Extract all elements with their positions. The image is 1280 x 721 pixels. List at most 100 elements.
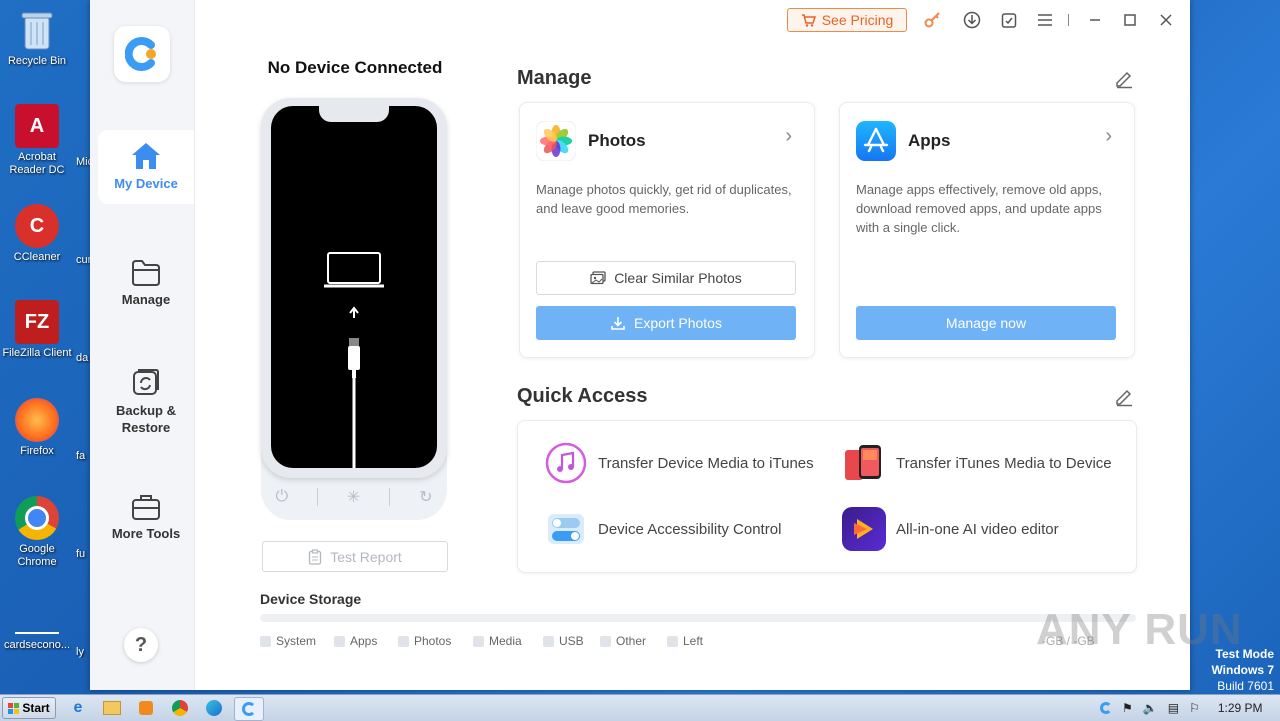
action-center-icon[interactable]: ⚐ — [1189, 701, 1200, 715]
desktop-icon-ccleaner[interactable]: C CCleaner — [2, 204, 72, 264]
legend-usb: USB — [543, 634, 584, 648]
sidebar-item-label: Backup & Restore — [116, 403, 176, 435]
sidebar-item-more-tools[interactable]: More Tools — [98, 492, 194, 541]
photo-stack-icon — [590, 271, 606, 285]
toggle-icon — [544, 507, 588, 551]
app-tray-icon[interactable] — [1100, 702, 1112, 714]
sidebar-item-backup-restore[interactable]: Backup & Restore — [98, 366, 194, 436]
system-tray: ⚑ 🔈 ▤ ⚐ 1:29 PM — [1094, 696, 1280, 720]
apps-card[interactable]: Apps › Manage apps effectively, remove o… — [839, 102, 1135, 358]
help-icon: ? — [134, 633, 148, 656]
itunes-icon — [544, 441, 588, 485]
recycle-bin-icon — [15, 8, 59, 52]
apps-card-desc: Manage apps effectively, remove old apps… — [856, 182, 1102, 235]
chevron-right-icon[interactable]: › — [785, 125, 792, 148]
legend-apps: Apps — [334, 634, 377, 648]
toolbox-icon — [132, 495, 160, 520]
power-icon[interactable]: ⏻ — [275, 488, 288, 506]
qa-transfer-itunes-to-device[interactable]: Transfer iTunes Media to Device — [842, 441, 1112, 485]
legend-media: Media — [473, 634, 522, 648]
legend-label: Media — [489, 634, 522, 648]
storage-title: Device Storage — [260, 591, 362, 607]
divider — [317, 488, 319, 506]
qa-ai-video-editor[interactable]: All-in-one AI video editor — [842, 507, 1059, 551]
manage-now-label: Manage now — [945, 315, 1027, 331]
desktop-icon-firefox[interactable]: Firefox — [2, 398, 72, 458]
legend-photos: Photos — [398, 634, 451, 648]
divider — [389, 488, 391, 506]
test-report-button[interactable]: Test Report — [262, 541, 448, 572]
menu-icon[interactable] — [1036, 11, 1054, 29]
chevron-right-icon[interactable]: › — [1105, 125, 1112, 148]
phone-illustration: ⏻ ✳ ↻ — [261, 98, 447, 520]
edge-taskbar-icon[interactable] — [200, 697, 228, 719]
network-icon[interactable]: ▤ — [1168, 701, 1179, 715]
help-button[interactable]: ? — [124, 628, 158, 662]
legend-label: System — [276, 634, 317, 648]
desktop-icon-label: CCleaner — [13, 251, 61, 263]
qa-label: Device Accessibility Control — [598, 520, 782, 538]
phone-transfer-icon — [842, 441, 886, 485]
app-window: My Device Manage Backup & Restore More T… — [90, 0, 1190, 690]
firefox-icon — [15, 398, 59, 442]
windows-logo-icon — [8, 702, 20, 714]
sidebar-item-my-device[interactable]: My Device — [98, 130, 194, 204]
chrome-taskbar-icon[interactable] — [166, 697, 194, 719]
desktop-edge-label: fu — [76, 548, 86, 560]
start-button[interactable]: Start — [2, 697, 56, 719]
export-photos-label: Export Photos — [634, 315, 722, 331]
desktop-icon-file[interactable]: cardsecono... — [2, 600, 72, 652]
desktop-icon-label: Google Chrome — [17, 543, 57, 568]
edit-icon[interactable] — [1114, 387, 1134, 407]
media-player-taskbar-icon[interactable] — [132, 697, 160, 719]
loading-icon: ✳ — [346, 489, 361, 506]
test-report-label: Test Report — [330, 548, 402, 565]
maximize-icon[interactable] — [1121, 11, 1139, 29]
legend-label: Photos — [414, 634, 452, 648]
app-taskbar-icon[interactable] — [234, 697, 264, 721]
explorer-taskbar-icon[interactable] — [98, 697, 126, 719]
desktop-icon-label: FileZilla Client — [2, 347, 72, 359]
desktop-icon-label: cardsecono... — [3, 639, 71, 651]
close-icon[interactable] — [1157, 11, 1175, 29]
desktop-icon-chrome[interactable]: Google Chrome — [2, 496, 72, 569]
qa-device-accessibility-control[interactable]: Device Accessibility Control — [544, 507, 781, 551]
desktop-edge-label: Mic — [76, 156, 90, 168]
app-logo — [114, 26, 170, 82]
quick-access-panel: Transfer Device Media to iTunes Transfer… — [517, 420, 1137, 573]
sidebar: My Device Manage Backup & Restore More T… — [90, 0, 195, 690]
logo-icon — [125, 37, 156, 71]
photos-card-title: Photos — [588, 131, 646, 150]
qa-label: Transfer Device Media to iTunes — [598, 454, 814, 472]
desktop-icon-acrobat[interactable]: A Acrobat Reader DC — [2, 104, 72, 177]
minimize-icon[interactable] — [1086, 11, 1104, 29]
download-icon[interactable] — [963, 11, 981, 29]
qa-transfer-device-to-itunes[interactable]: Transfer Device Media to iTunes — [544, 441, 814, 485]
desktop-edge-label: ly — [76, 646, 84, 658]
ie-taskbar-icon[interactable]: e — [64, 697, 92, 719]
volume-icon[interactable]: 🔈 — [1143, 701, 1158, 715]
sidebar-item-manage[interactable]: Manage — [98, 258, 194, 307]
see-pricing-button[interactable]: See Pricing — [787, 8, 907, 32]
qa-label: Transfer iTunes Media to Device — [896, 454, 1112, 472]
photos-card[interactable]: Photos › Manage photos quickly, get rid … — [519, 102, 815, 358]
export-photos-button[interactable]: Export Photos — [536, 306, 796, 340]
legend-label: Other — [616, 634, 647, 648]
start-label: Start — [22, 701, 50, 715]
clear-similar-photos-button[interactable]: Clear Similar Photos — [536, 261, 796, 295]
filezilla-icon: FZ — [15, 300, 59, 344]
phone-controls: ⏻ ✳ ↻ — [261, 484, 447, 510]
desktop-icon-filezilla[interactable]: FZ FileZilla Client — [2, 300, 72, 360]
desktop-icon-recycle-bin[interactable]: Recycle Bin — [2, 8, 72, 68]
phone-body — [261, 98, 447, 478]
manage-now-button[interactable]: Manage now — [856, 306, 1116, 340]
clock[interactable]: 1:29 PM — [1218, 701, 1263, 715]
edit-icon[interactable] — [1114, 69, 1134, 89]
key-icon[interactable] — [924, 11, 942, 29]
device-status-title: No Device Connected — [267, 58, 443, 77]
sidebar-item-label: More Tools — [111, 526, 181, 541]
refresh-icon[interactable]: ↻ — [419, 487, 432, 507]
flag-icon[interactable]: ⚑ — [1122, 701, 1133, 715]
desktop-edge-label: fa — [76, 450, 86, 462]
feedback-icon[interactable] — [1000, 11, 1018, 29]
